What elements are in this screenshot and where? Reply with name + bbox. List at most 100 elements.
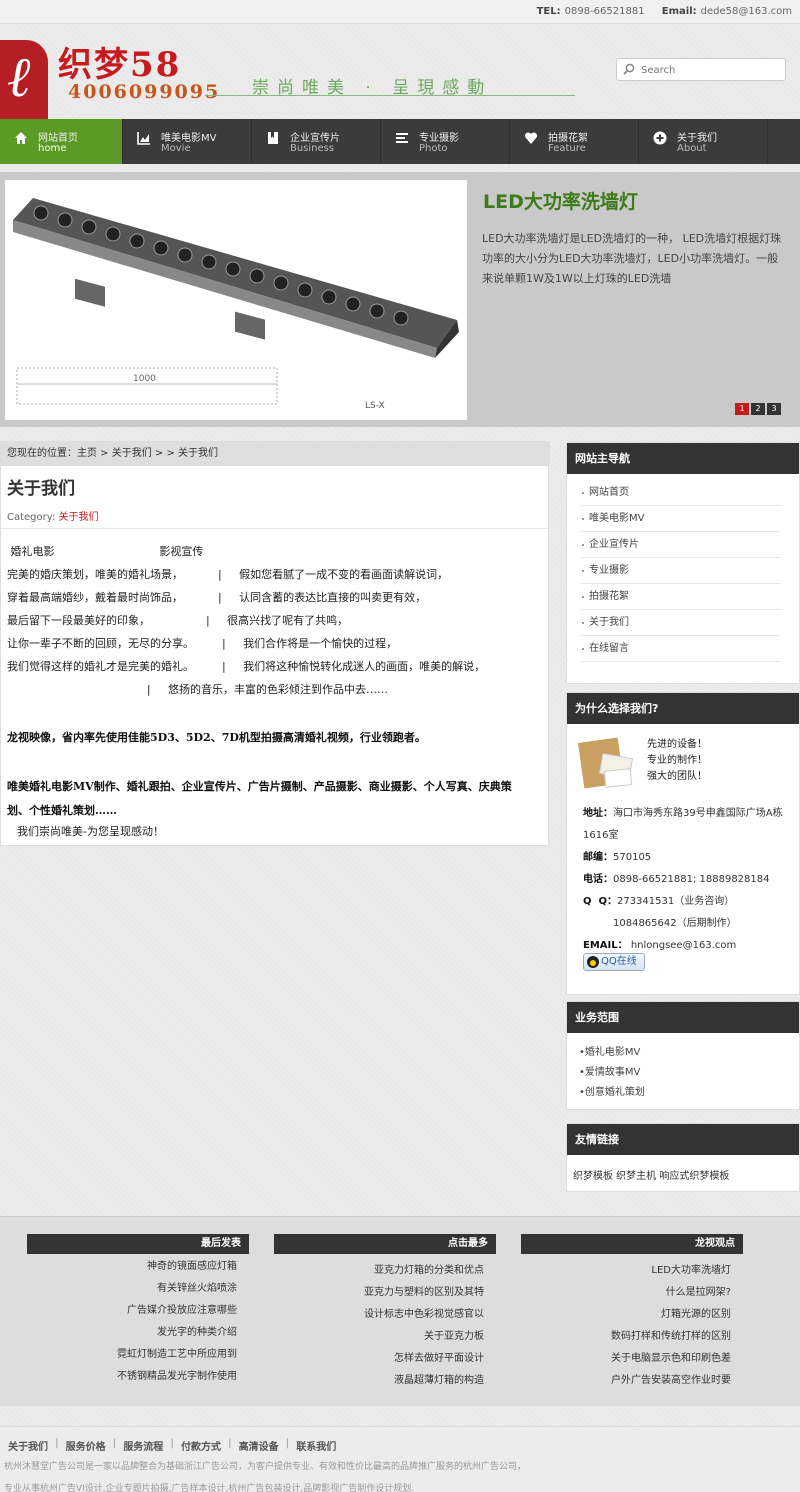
list-icon — [396, 133, 408, 143]
nav-item-about[interactable]: 关于我们 About — [639, 119, 768, 164]
nav-item-business[interactable]: 企业宣传片 Business — [252, 119, 381, 164]
article-services: 唯美婚礼电影MV制作、婚礼跟拍、企业宣传片、广告片摄制、产品摄影、商业摄影、个人… — [7, 780, 512, 817]
address-row: 地址：海口市海秀东路39号申鑫国际广场A栋1616室 — [583, 803, 793, 847]
banner-slider: LS-X 1000 LED大功率洗墙灯 LED大功率洗墙灯是LED洗墙灯的一种，… — [0, 172, 800, 427]
why-list: 先进的设备！ 专业的制作！ 强大的团队！ — [647, 737, 707, 785]
page-title: 关于我们 — [7, 479, 75, 499]
sidebar-item-guestbook[interactable]: 在线留言 — [581, 636, 781, 662]
footer-copy: 杭州沐慧堂广告公司是一家以品牌整合为基础浙江广告公司，为客户提供专业、有效和性价… — [4, 1462, 527, 1472]
footer-link[interactable]: LED大功率洗墙灯 — [521, 1260, 731, 1282]
footer-link[interactable]: 霓虹灯制造工艺中所应用到 — [27, 1344, 237, 1366]
footer-link[interactable]: 不锈钢精品发光字制作使用 — [27, 1366, 237, 1388]
bottom-link-contact[interactable]: 联系我们 — [296, 1438, 336, 1453]
article-line: | 悠扬的音乐，丰富的色彩倾注到作品中去…… — [7, 683, 389, 696]
footer-link[interactable]: 关于电脑显示色和印刷色差 — [521, 1348, 731, 1370]
footer-col-popular: 点击最多 亚克力灯箱的分类和优点 亚克力与塑料的区别及其特 设计标志中色彩视觉感… — [274, 1234, 496, 1392]
service-item[interactable]: •爱情故事MV — [579, 1063, 799, 1083]
footer-col-views: 龙视观点 LED大功率洗墙灯 什么是拉网架? 灯箱光源的区别 数码打样和传统打样… — [521, 1234, 743, 1392]
service-item[interactable]: •创意婚礼策划 — [579, 1083, 799, 1103]
led-wall-washer-image: LS-X 1000 — [5, 180, 467, 420]
article-line: 完美的婚庆策划，唯美的婚礼场景， | 假如您看腻了一成不变的看画面读解说词， — [7, 568, 449, 581]
footer-link[interactable]: 神奇的镜面感应灯箱 — [27, 1256, 237, 1278]
footer-link[interactable]: 有关锌丝火焰喷涂 — [27, 1278, 237, 1300]
pager-dot[interactable]: 3 — [767, 403, 781, 415]
sidebar-item-home[interactable]: 网站首页 — [581, 480, 781, 506]
footer-link[interactable]: 发光字的种类介绍 — [27, 1322, 237, 1344]
top-contact: TEL: 0898-66521881 Email: dede58@163.com — [523, 6, 792, 17]
search-icon — [623, 63, 635, 75]
phone-value: 0898-66521881; 18889828184 — [613, 874, 770, 885]
article-highlight: 龙视映像，省内率先使用佳能5D3、5D2、7D机型拍摄高清婚礼视频，行业领跑者。 — [7, 731, 426, 744]
zip-row: 邮编：570105 — [583, 847, 793, 869]
footer-link[interactable]: 关于亚克力板 — [274, 1326, 484, 1348]
banner-desc: LED大功率洗墙灯是LED洗墙灯的一种， LED洗墙灯根据灯珠功率的大小分为LE… — [482, 232, 782, 285]
footer-link[interactable]: 亚克力灯箱的分类和优点 — [274, 1260, 484, 1282]
friend-links[interactable]: 织梦模板 织梦主机 响应式织梦模板 — [567, 1155, 799, 1182]
search-box[interactable] — [616, 58, 786, 81]
banner-title[interactable]: LED大功率洗墙灯 — [483, 187, 638, 214]
phone-label: 电话： — [583, 874, 613, 885]
sidebar-item-feature[interactable]: 拍摄花絮 — [581, 584, 781, 610]
nav-item-movie[interactable]: 唯美电影MV Movie — [123, 119, 252, 164]
pager-dot[interactable]: 2 — [751, 403, 765, 415]
home-icon — [15, 132, 27, 144]
nav-item-home[interactable]: 网站首页 home — [0, 119, 123, 164]
sidebar-nav-title: 网站主导航 — [567, 443, 799, 474]
logo-name[interactable]: 织梦58 — [58, 37, 181, 86]
footer-link[interactable]: 数码打样和传统打样的区别 — [521, 1326, 731, 1348]
footer-col-latest: 最后发表 神奇的镜面感应灯箱 有关锌丝火焰喷涂 广告媒介投放应注意哪些 发光字的… — [27, 1234, 249, 1388]
service-item[interactable]: •婚礼电影MV — [579, 1043, 799, 1063]
email-label: EMAIL： — [583, 940, 628, 951]
address-label: 地址： — [583, 808, 613, 819]
bottom-link-price[interactable]: 服务价格 — [66, 1438, 106, 1453]
bottom-link-payment[interactable]: 付款方式 — [181, 1438, 221, 1453]
qq-online-label: QQ在线 — [601, 956, 637, 967]
separator: | — [227, 1438, 232, 1449]
qq-online-button[interactable]: QQ在线 — [583, 953, 645, 971]
footer-link[interactable]: 户外广告安装高空作业时要 — [521, 1370, 731, 1392]
bottom-link-process[interactable]: 服务流程 — [123, 1438, 163, 1453]
footer-link[interactable]: 怎样去做好平面设计 — [274, 1348, 484, 1370]
pager-dot[interactable]: 1 — [735, 403, 749, 415]
breadcrumb[interactable]: 您现在的位置：主页 > 关于我们 > > 关于我们 — [1, 442, 550, 466]
separator: | — [285, 1438, 290, 1449]
site-header: ℓ 织梦58 4006099095 崇尚唯美 · 呈現感動 — [0, 25, 800, 125]
bottom-link-about[interactable]: 关于我们 — [8, 1438, 48, 1453]
sidebar-why-title: 为什么选择我们? — [567, 693, 799, 724]
article-panel: 您现在的位置：主页 > 关于我们 > > 关于我们 关于我们 Category:… — [0, 441, 550, 846]
banner-pager: 1 2 3 — [735, 403, 781, 415]
image-dimension-text: 1000 — [133, 374, 156, 384]
footer-link[interactable]: 液晶超薄灯箱的构造 — [274, 1370, 484, 1392]
category-link[interactable]: 关于我们 — [59, 512, 99, 523]
zip-value: 570105 — [613, 852, 652, 863]
email-value[interactable]: dede58@163.com — [701, 6, 792, 17]
article-closing: 我们崇尚唯美-为您呈现感动！ — [17, 825, 164, 838]
business-card-icon — [577, 737, 634, 789]
search-input[interactable] — [641, 62, 781, 78]
sidebar-friend-links: 友情链接 织梦模板 织梦主机 响应式织梦模板 — [566, 1123, 800, 1192]
category-label: Category: — [7, 512, 56, 523]
nav-label: 专业摄影 — [419, 133, 459, 144]
footer-link[interactable]: 设计标志中色彩视觉感官以 — [274, 1304, 484, 1326]
sidebar-item-movie[interactable]: 唯美电影MV — [581, 506, 781, 532]
footer-link[interactable]: 灯箱光源的区别 — [521, 1304, 731, 1326]
footer-col-title: 点击最多 — [274, 1234, 496, 1254]
sidebar-item-photo[interactable]: 专业摄影 — [581, 558, 781, 584]
article-line: 我们觉得这样的婚礼才是完美的婚礼。 | 我们将这种愉悦转化成迷人的画面，唯美的解… — [7, 660, 486, 673]
nav-sublabel: Photo — [419, 143, 448, 154]
top-bar: TEL: 0898-66521881 Email: dede58@163.com — [0, 0, 800, 24]
email-value[interactable]: hnlongsee@163.com — [631, 940, 736, 951]
footer-link[interactable]: 广告媒介投放应注意哪些 — [27, 1300, 237, 1322]
logo-icon[interactable]: ℓ — [0, 40, 48, 125]
article-line: 让你一辈子不断的回顾，无尽的分享。 | 我们合作将是一个愉快的过程， — [7, 637, 398, 650]
sidebar-item-about[interactable]: 关于我们 — [581, 610, 781, 636]
footer-link[interactable]: 亚克力与塑料的区别及其特 — [274, 1282, 484, 1304]
why-item: 先进的设备！ — [647, 739, 707, 750]
nav-item-feature[interactable]: 拍摄花絮 Feature — [510, 119, 639, 164]
footer-link[interactable]: 什么是拉网架? — [521, 1282, 731, 1304]
nav-sublabel: Movie — [161, 143, 191, 154]
banner-image[interactable]: LS-X 1000 — [5, 180, 467, 420]
sidebar-item-business[interactable]: 企业宣传片 — [581, 532, 781, 558]
bottom-link-equipment[interactable]: 高清设备 — [239, 1438, 279, 1453]
nav-item-photo[interactable]: 专业摄影 Photo — [381, 119, 510, 164]
